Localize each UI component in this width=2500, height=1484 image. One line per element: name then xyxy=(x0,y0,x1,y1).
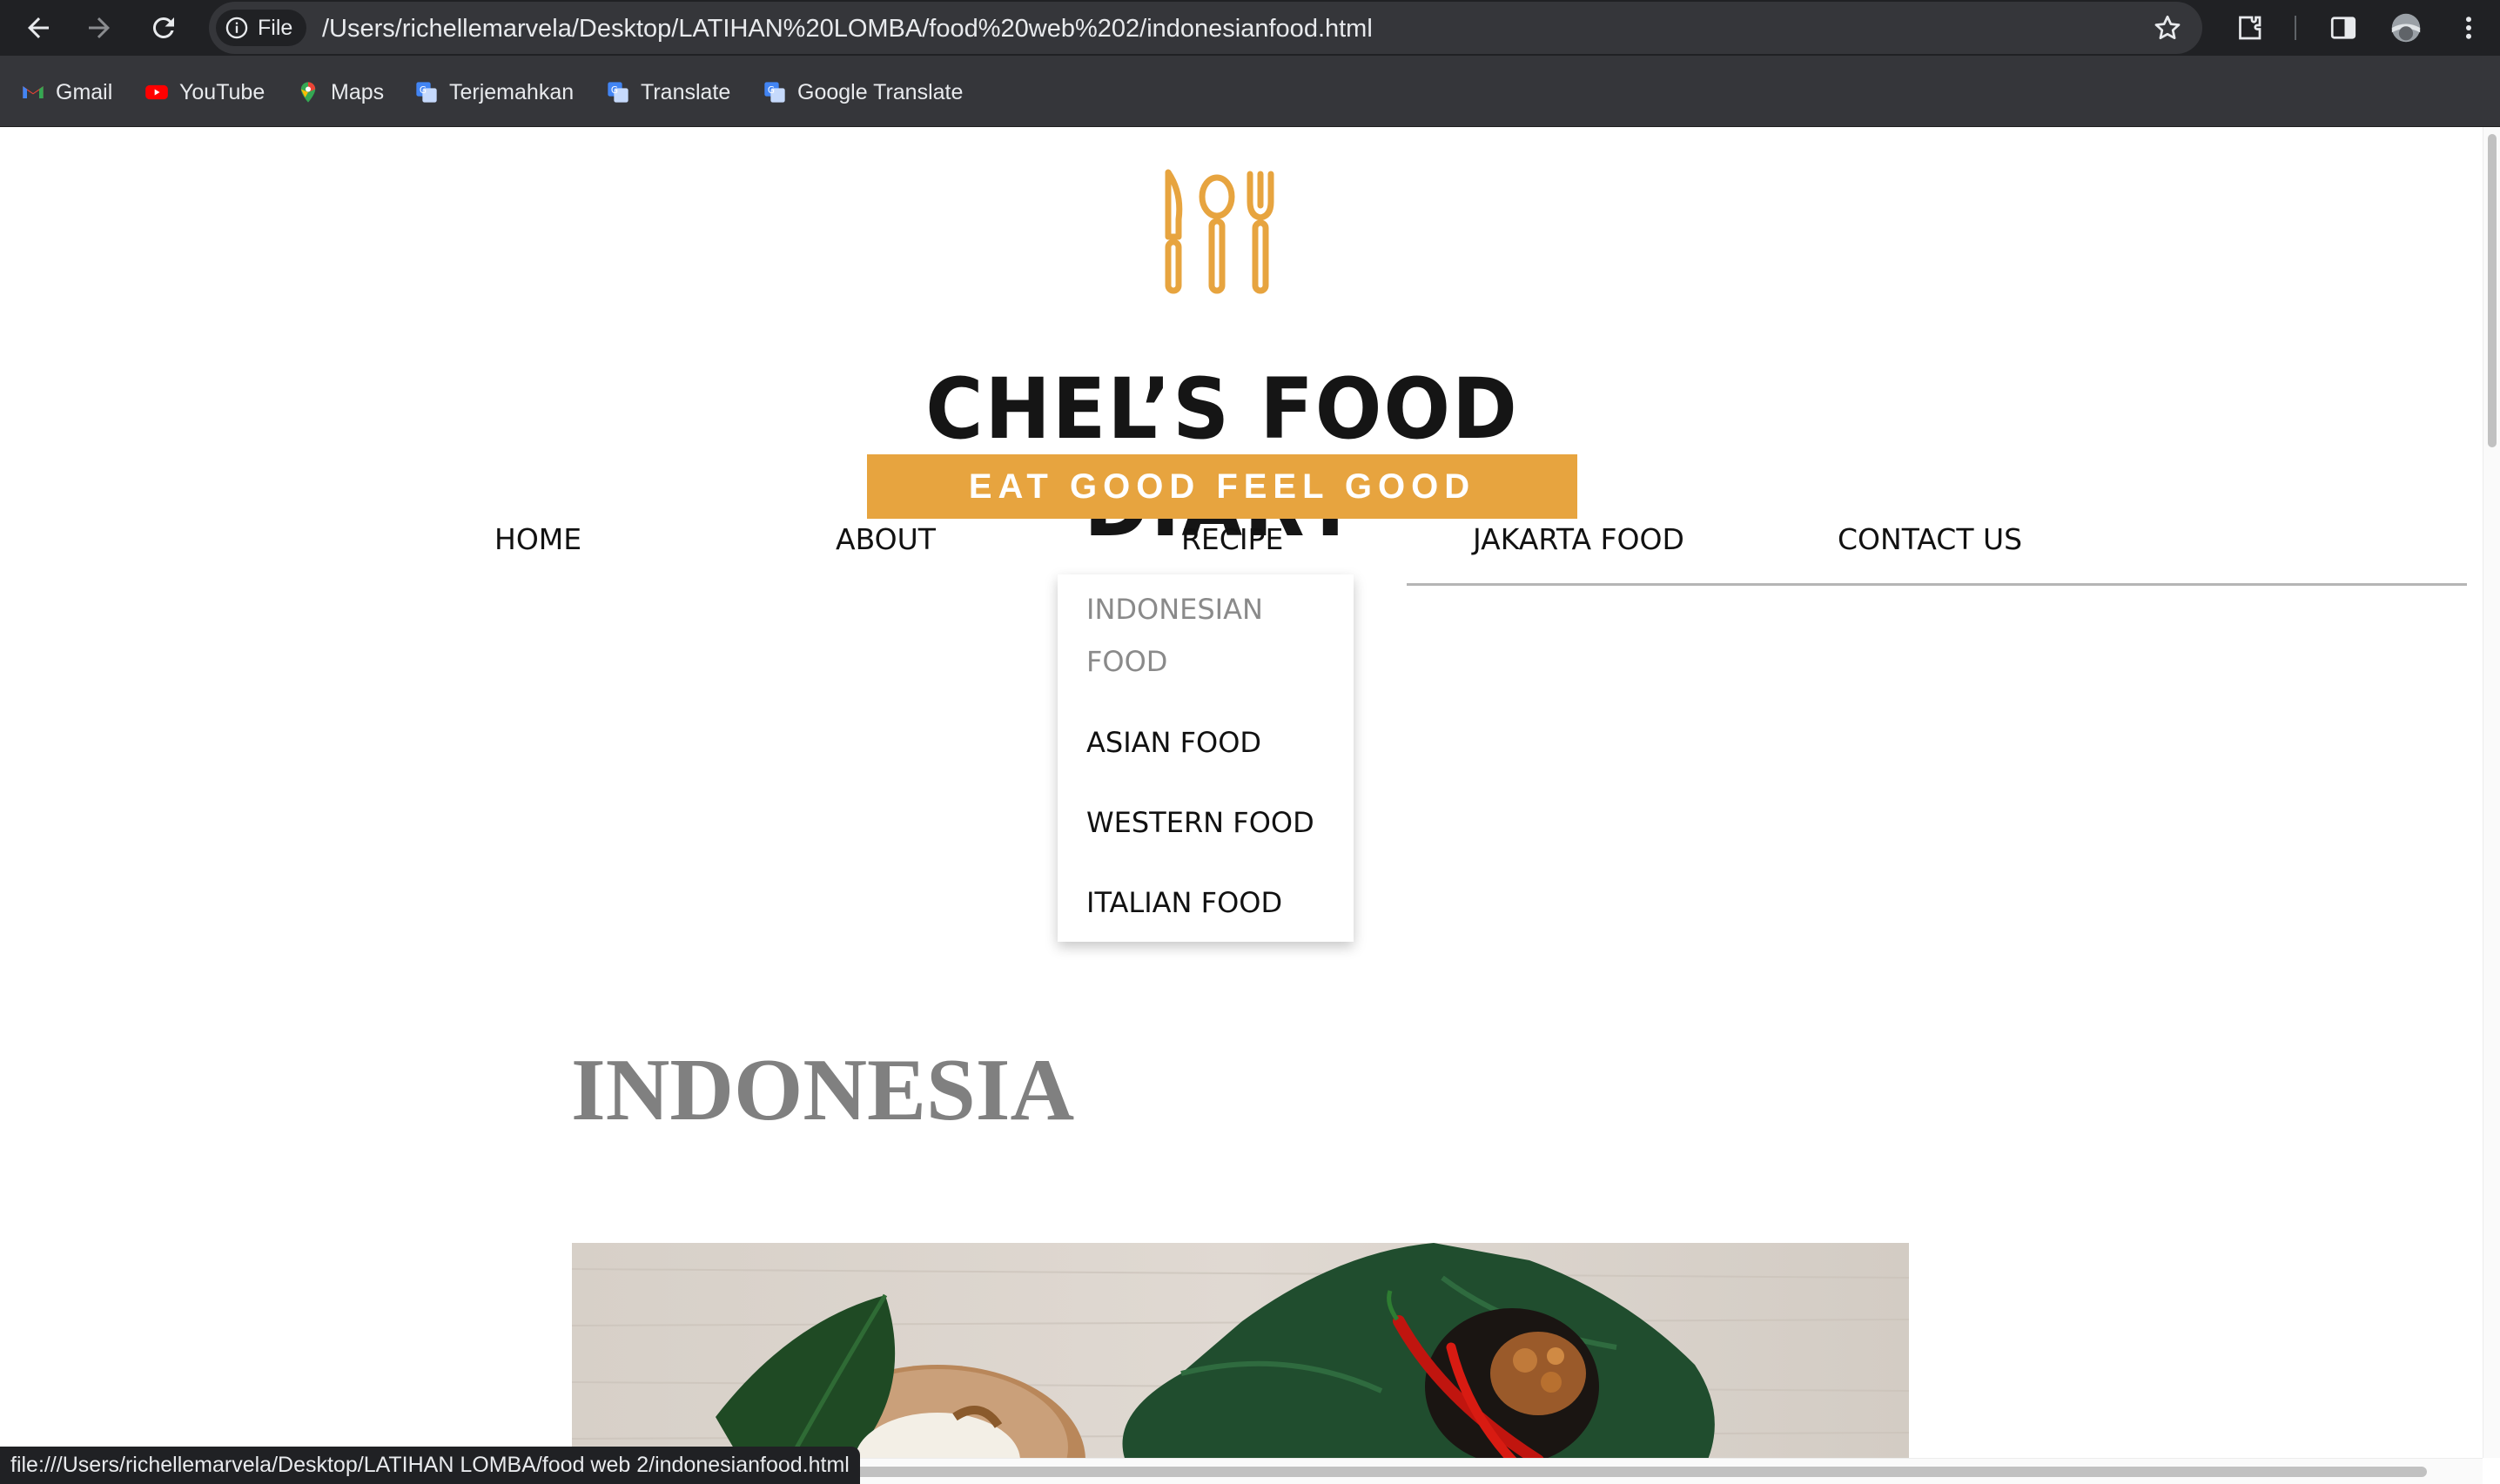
dropdown-item-italian-food[interactable]: ITALIAN FOOD xyxy=(1086,876,1339,929)
bookmark-youtube[interactable]: YouTube xyxy=(144,78,265,106)
bookmark-label: Maps xyxy=(331,79,385,104)
svg-text:G: G xyxy=(420,85,427,96)
reload-icon[interactable] xyxy=(146,10,181,45)
bookmark-label: Translate xyxy=(641,79,731,104)
dropdown-item-indonesian-food[interactable]: INDONESIAN FOOD xyxy=(1086,583,1339,688)
hero-food-image xyxy=(572,1243,1909,1458)
translate-icon: G xyxy=(416,82,437,103)
web-page: CHEL’S FOOD DIARY EAT GOOD FEEL GOOD HOM… xyxy=(0,127,2483,1458)
star-icon[interactable] xyxy=(2152,12,2183,44)
bookmark-gmail[interactable]: Gmail xyxy=(21,78,112,106)
bookmarks-bar: Gmail YouTube Maps G Terjemahkan G Trans… xyxy=(0,56,2500,127)
svg-text:G: G xyxy=(611,85,618,96)
nav-home[interactable]: HOME xyxy=(494,522,581,556)
nav-jakarta-food[interactable]: JAKARTA FOOD xyxy=(1473,522,1684,556)
translate-icon: G xyxy=(608,82,628,103)
chip-label: File xyxy=(258,15,293,40)
cutlery-icon xyxy=(1165,169,1274,294)
youtube-icon xyxy=(145,84,168,100)
profile-avatar[interactable] xyxy=(2389,10,2423,45)
link-status-bar: file:///Users/richellemarvela/Desktop/LA… xyxy=(0,1447,860,1484)
bookmark-label: Google Translate xyxy=(797,79,964,104)
bookmark-google-translate[interactable]: G Google Translate xyxy=(763,78,963,106)
nav-about[interactable]: ABOUT xyxy=(836,522,936,556)
toolbar-divider xyxy=(2295,16,2296,40)
page-heading: INDONESIA xyxy=(571,1041,1075,1139)
vertical-scroll-thumb[interactable] xyxy=(2488,134,2497,447)
forward-icon[interactable] xyxy=(82,10,117,45)
back-icon[interactable] xyxy=(21,10,56,45)
bookmark-translate[interactable]: G Translate xyxy=(606,78,730,106)
recipe-dropdown: INDONESIAN FOOD ASIAN FOOD WESTERN FOOD … xyxy=(1058,574,1354,942)
address-bar[interactable]: File /Users/richellemarvela/Desktop/LATI… xyxy=(209,2,2202,54)
extensions-icon[interactable] xyxy=(2232,10,2267,45)
url-text[interactable]: /Users/richellemarvela/Desktop/LATIHAN%2… xyxy=(322,15,1373,44)
bookmark-label: Gmail xyxy=(56,79,113,104)
dropdown-item-asian-food[interactable]: ASIAN FOOD xyxy=(1086,716,1339,769)
side-panel-icon[interactable] xyxy=(2326,10,2361,45)
maps-icon xyxy=(300,82,316,103)
menu-icon[interactable] xyxy=(2451,10,2486,45)
browser-toolbar: File /Users/richellemarvela/Desktop/LATI… xyxy=(0,0,2500,56)
bookmark-terjemahkan[interactable]: G Terjemahkan xyxy=(414,78,574,106)
bookmark-maps[interactable]: Maps xyxy=(296,78,384,106)
bookmark-label: Terjemahkan xyxy=(449,79,575,104)
translate-icon: G xyxy=(764,82,785,103)
info-icon xyxy=(225,17,248,39)
site-logo[interactable]: CHEL’S FOOD DIARY EAT GOOD FEEL GOOD xyxy=(865,167,1579,555)
gmail-icon xyxy=(23,86,44,98)
vertical-scrollbar[interactable] xyxy=(2483,127,2500,1458)
svg-text:G: G xyxy=(768,85,775,96)
nav-underline xyxy=(1407,583,2467,586)
site-info-chip[interactable]: File xyxy=(216,10,307,46)
nav-recipe[interactable]: RECIPE xyxy=(1181,522,1283,556)
nav-contact-us[interactable]: CONTACT US xyxy=(1838,522,2022,556)
bookmark-label: YouTube xyxy=(179,79,265,104)
tagline-banner: EAT GOOD FEEL GOOD xyxy=(867,454,1577,519)
dropdown-item-western-food[interactable]: WESTERN FOOD xyxy=(1086,796,1339,849)
